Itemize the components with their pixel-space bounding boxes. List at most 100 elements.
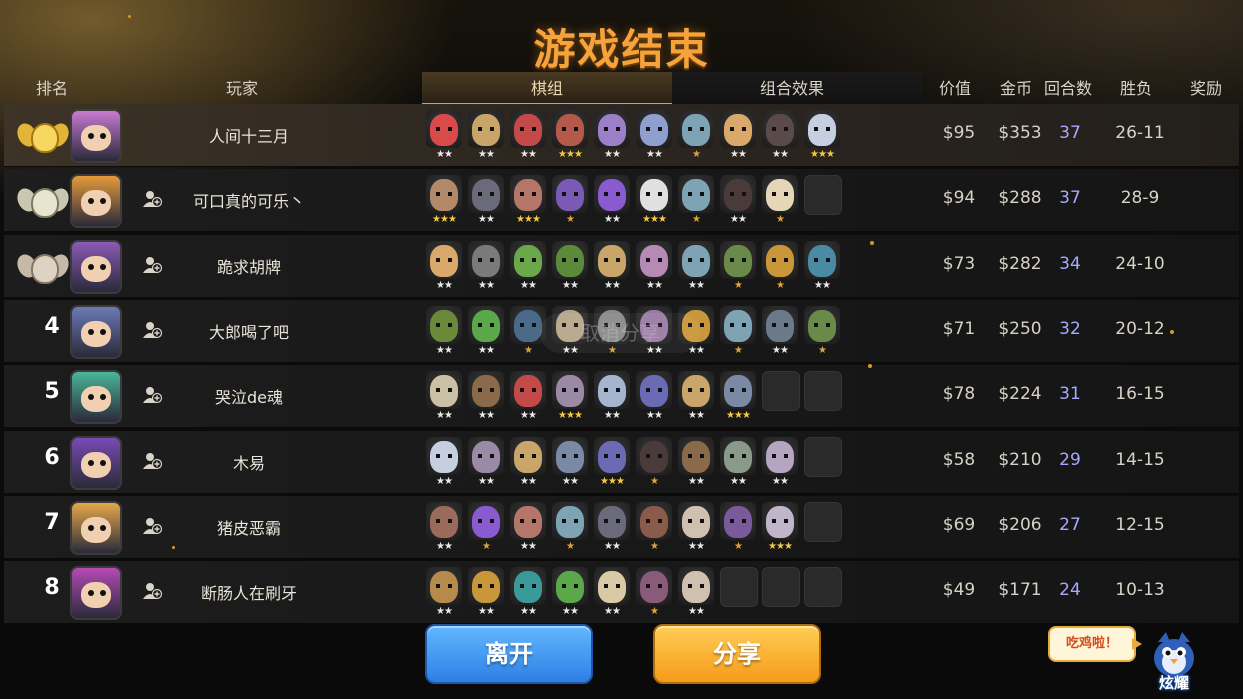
player-name[interactable]: 断肠人在刷牙	[144, 580, 354, 604]
avatar[interactable]	[70, 305, 122, 359]
chess-piece-icon[interactable]	[552, 437, 588, 475]
chess-piece-icon[interactable]	[720, 175, 756, 213]
player-name[interactable]: 猪皮恶霸	[144, 515, 354, 539]
chess-piece-icon[interactable]	[678, 241, 714, 279]
chess-piece-icon[interactable]	[426, 567, 462, 605]
tab-lineup[interactable]: 棋组	[422, 75, 672, 103]
chess-piece-icon[interactable]	[720, 437, 756, 475]
chess-piece-icon[interactable]	[594, 371, 630, 409]
chess-piece-icon[interactable]	[426, 371, 462, 409]
sparkle	[1170, 330, 1174, 334]
chess-piece-icon[interactable]	[636, 437, 672, 475]
chess-piece-icon[interactable]	[636, 241, 672, 279]
brag-label[interactable]: 炫耀	[1148, 672, 1200, 693]
chess-piece-icon[interactable]	[720, 241, 756, 279]
chess-piece-icon[interactable]	[510, 241, 546, 279]
chess-piece-icon[interactable]	[426, 241, 462, 279]
chess-piece-icon[interactable]	[678, 567, 714, 605]
rank-number: 7	[44, 510, 60, 535]
chess-piece-icon[interactable]	[762, 306, 798, 344]
avatar[interactable]	[70, 370, 122, 424]
chess-piece-icon[interactable]	[468, 437, 504, 475]
chess-piece-icon[interactable]	[804, 241, 840, 279]
chess-piece-icon[interactable]	[636, 371, 672, 409]
avatar[interactable]	[70, 501, 122, 555]
chess-piece-icon[interactable]	[636, 110, 672, 148]
sparkle	[172, 546, 175, 549]
chess-piece-icon[interactable]	[720, 371, 756, 409]
chess-piece-icon[interactable]	[720, 110, 756, 148]
win-loss-cell: 28-9	[1120, 188, 1160, 208]
chess-piece-icon[interactable]	[468, 306, 504, 344]
chess-piece-icon[interactable]	[510, 567, 546, 605]
player-name[interactable]: 哭泣de魂	[144, 384, 354, 408]
share-button[interactable]: 分享	[653, 624, 821, 684]
chess-piece-icon[interactable]	[636, 175, 672, 213]
leave-button[interactable]: 离开	[425, 624, 593, 684]
chess-piece-icon[interactable]	[552, 502, 588, 540]
rank-number: 6	[44, 445, 60, 470]
player-name[interactable]: 可口真的可乐丶	[144, 188, 354, 212]
chess-piece-icon[interactable]	[426, 306, 462, 344]
chess-piece-icon[interactable]	[426, 502, 462, 540]
avatar[interactable]	[70, 174, 122, 228]
chess-piece-icon[interactable]	[594, 241, 630, 279]
chess-piece-icon[interactable]	[510, 502, 546, 540]
chess-piece-icon[interactable]	[636, 502, 672, 540]
player-name[interactable]: 大郎喝了吧	[144, 319, 354, 343]
star-level: ★★	[436, 476, 453, 487]
chess-piece-icon[interactable]	[762, 502, 798, 540]
chess-piece-icon[interactable]	[804, 110, 840, 148]
chess-piece-icon[interactable]	[468, 241, 504, 279]
chess-piece-icon[interactable]	[594, 502, 630, 540]
rank-number: 8	[44, 575, 60, 600]
chess-piece-icon[interactable]	[720, 502, 756, 540]
chess-piece-icon[interactable]	[468, 110, 504, 148]
chess-piece-icon[interactable]	[510, 371, 546, 409]
table-row: 7 猪皮恶霸 ★★ ★ ★★ ★ ★★ ★ ★★ ★ ★★★ $69 $206 27 12-15	[4, 496, 1239, 559]
chess-piece-icon[interactable]	[762, 437, 798, 475]
star-level: ★★★	[558, 410, 583, 421]
chess-piece-icon[interactable]	[552, 110, 588, 148]
chess-piece-icon[interactable]	[426, 437, 462, 475]
chess-piece-icon[interactable]	[468, 371, 504, 409]
chess-piece-icon[interactable]	[762, 110, 798, 148]
chess-piece-icon[interactable]	[636, 567, 672, 605]
chess-piece-icon[interactable]	[552, 175, 588, 213]
chess-piece-icon[interactable]	[510, 110, 546, 148]
cancel-share-watermark[interactable]: 取消分享	[540, 313, 700, 353]
avatar[interactable]	[70, 566, 122, 620]
chess-piece-icon[interactable]	[804, 306, 840, 344]
chess-piece-icon[interactable]	[678, 175, 714, 213]
chess-piece-icon[interactable]	[426, 110, 462, 148]
chess-piece-icon[interactable]	[594, 437, 630, 475]
chess-piece-icon[interactable]	[678, 110, 714, 148]
chess-piece-icon[interactable]	[594, 110, 630, 148]
chess-piece-icon[interactable]	[510, 437, 546, 475]
chess-piece-icon[interactable]	[468, 175, 504, 213]
chess-piece-icon[interactable]	[762, 175, 798, 213]
chess-piece-icon[interactable]	[552, 241, 588, 279]
chess-piece-icon[interactable]	[468, 502, 504, 540]
chess-piece-icon[interactable]	[552, 567, 588, 605]
player-name[interactable]: 木易	[144, 450, 354, 474]
chess-piece-icon[interactable]	[762, 241, 798, 279]
chess-piece-icon[interactable]	[552, 371, 588, 409]
chess-piece-icon[interactable]	[510, 175, 546, 213]
player-name[interactable]: 跪求胡牌	[144, 254, 354, 278]
player-name[interactable]: 人间十三月	[144, 123, 354, 147]
tab-synergy[interactable]: 组合效果	[672, 75, 912, 103]
avatar[interactable]	[70, 240, 122, 294]
chess-piece-icon[interactable]	[678, 371, 714, 409]
value-cell: $94	[942, 188, 976, 208]
chess-piece-icon[interactable]	[594, 567, 630, 605]
chess-piece-icon[interactable]	[468, 567, 504, 605]
chess-piece-icon[interactable]	[720, 306, 756, 344]
chess-piece-icon[interactable]	[426, 175, 462, 213]
chess-piece-icon[interactable]	[678, 502, 714, 540]
chess-piece-icon[interactable]	[594, 175, 630, 213]
avatar[interactable]	[70, 109, 122, 163]
avatar[interactable]	[70, 436, 122, 490]
star-level: ★	[776, 214, 785, 225]
chess-piece-icon[interactable]	[678, 437, 714, 475]
